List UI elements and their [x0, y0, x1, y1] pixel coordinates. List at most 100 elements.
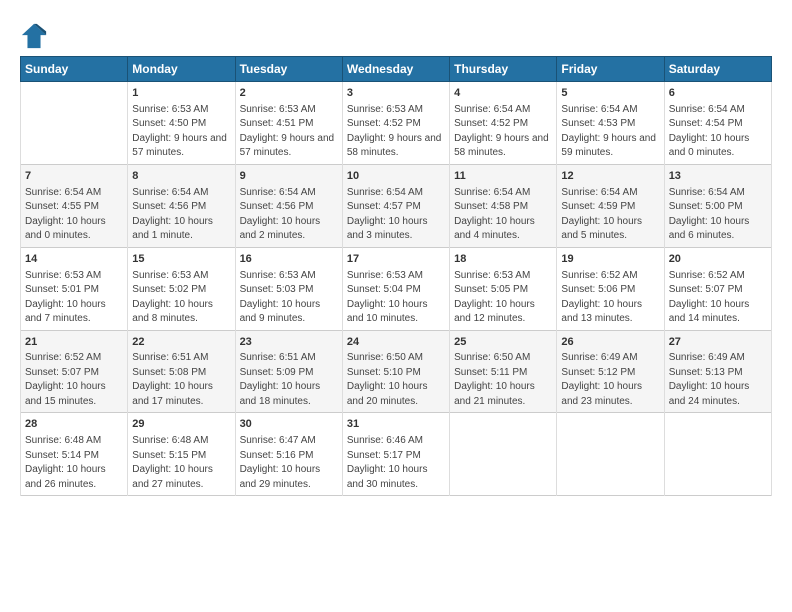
day-cell: 9 Sunrise: 6:54 AMSunset: 4:56 PMDaylight…	[235, 164, 342, 247]
day-cell: 23 Sunrise: 6:51 AMSunset: 5:09 PMDayligh…	[235, 330, 342, 413]
day-info: Sunrise: 6:54 AMSunset: 5:00 PMDaylight:…	[669, 187, 750, 242]
day-number: 12	[561, 169, 659, 184]
day-cell: 1 Sunrise: 6:53 AMSunset: 4:50 PMDaylight…	[128, 82, 235, 165]
day-number: 4	[454, 86, 552, 101]
day-cell: 26 Sunrise: 6:49 AMSunset: 5:12 PMDayligh…	[557, 330, 664, 413]
day-cell: 27 Sunrise: 6:49 AMSunset: 5:13 PMDayligh…	[664, 330, 771, 413]
day-number: 10	[347, 169, 445, 184]
day-cell	[450, 413, 557, 496]
day-info: Sunrise: 6:53 AMSunset: 4:51 PMDaylight:…	[240, 104, 335, 159]
logo-icon	[20, 22, 48, 50]
day-info: Sunrise: 6:47 AMSunset: 5:16 PMDaylight:…	[240, 435, 321, 490]
day-info: Sunrise: 6:49 AMSunset: 5:13 PMDaylight:…	[669, 352, 750, 407]
day-info: Sunrise: 6:54 AMSunset: 4:53 PMDaylight:…	[561, 104, 656, 159]
day-number: 7	[25, 169, 123, 184]
calendar-header-row: SundayMondayTuesdayWednesdayThursdayFrid…	[21, 57, 772, 82]
day-info: Sunrise: 6:54 AMSunset: 4:57 PMDaylight:…	[347, 187, 428, 242]
day-cell: 20 Sunrise: 6:52 AMSunset: 5:07 PMDayligh…	[664, 247, 771, 330]
day-info: Sunrise: 6:53 AMSunset: 4:50 PMDaylight:…	[132, 104, 227, 159]
day-number: 20	[669, 252, 767, 267]
day-info: Sunrise: 6:53 AMSunset: 5:05 PMDaylight:…	[454, 270, 535, 325]
day-info: Sunrise: 6:51 AMSunset: 5:08 PMDaylight:…	[132, 352, 213, 407]
day-info: Sunrise: 6:54 AMSunset: 4:56 PMDaylight:…	[132, 187, 213, 242]
day-number: 24	[347, 335, 445, 350]
day-info: Sunrise: 6:53 AMSunset: 5:03 PMDaylight:…	[240, 270, 321, 325]
day-cell: 13 Sunrise: 6:54 AMSunset: 5:00 PMDayligh…	[664, 164, 771, 247]
day-cell: 19Sunrise: 6:52 AMSunset: 5:06 PMDayligh…	[557, 247, 664, 330]
day-cell: 16Sunrise: 6:53 AMSunset: 5:03 PMDayligh…	[235, 247, 342, 330]
day-number: 29	[132, 417, 230, 432]
day-info: Sunrise: 6:54 AMSunset: 4:55 PMDaylight:…	[25, 187, 106, 242]
week-row-4: 21 Sunrise: 6:52 AMSunset: 5:07 PMDayligh…	[21, 330, 772, 413]
day-number: 26	[561, 335, 659, 350]
day-number: 13	[669, 169, 767, 184]
day-number: 18	[454, 252, 552, 267]
day-info: Sunrise: 6:53 AMSunset: 4:52 PMDaylight:…	[347, 104, 442, 159]
day-number: 28	[25, 417, 123, 432]
day-number: 14	[25, 252, 123, 267]
day-cell: 6Sunrise: 6:54 AMSunset: 4:54 PMDaylight…	[664, 82, 771, 165]
day-info: Sunrise: 6:52 AMSunset: 5:07 PMDaylight:…	[669, 270, 750, 325]
day-info: Sunrise: 6:46 AMSunset: 5:17 PMDaylight:…	[347, 435, 428, 490]
day-cell: 3 Sunrise: 6:53 AMSunset: 4:52 PMDaylight…	[342, 82, 449, 165]
day-info: Sunrise: 6:50 AMSunset: 5:11 PMDaylight:…	[454, 352, 535, 407]
day-number: 25	[454, 335, 552, 350]
day-number: 21	[25, 335, 123, 350]
day-info: Sunrise: 6:53 AMSunset: 5:04 PMDaylight:…	[347, 270, 428, 325]
day-info: Sunrise: 6:54 AMSunset: 4:54 PMDaylight:…	[669, 104, 750, 159]
day-cell: 12 Sunrise: 6:54 AMSunset: 4:59 PMDayligh…	[557, 164, 664, 247]
day-number: 27	[669, 335, 767, 350]
day-cell: 17 Sunrise: 6:53 AMSunset: 5:04 PMDayligh…	[342, 247, 449, 330]
header-day-wednesday: Wednesday	[342, 57, 449, 82]
header-day-thursday: Thursday	[450, 57, 557, 82]
day-cell: 14 Sunrise: 6:53 AMSunset: 5:01 PMDayligh…	[21, 247, 128, 330]
day-number: 31	[347, 417, 445, 432]
day-cell: 15Sunrise: 6:53 AMSunset: 5:02 PMDayligh…	[128, 247, 235, 330]
day-info: Sunrise: 6:50 AMSunset: 5:10 PMDaylight:…	[347, 352, 428, 407]
day-info: Sunrise: 6:48 AMSunset: 5:14 PMDaylight:…	[25, 435, 106, 490]
day-number: 5	[561, 86, 659, 101]
day-info: Sunrise: 6:52 AMSunset: 5:06 PMDaylight:…	[561, 270, 642, 325]
logo	[20, 22, 52, 50]
day-info: Sunrise: 6:54 AMSunset: 4:59 PMDaylight:…	[561, 187, 642, 242]
day-info: Sunrise: 6:52 AMSunset: 5:07 PMDaylight:…	[25, 352, 106, 407]
day-cell	[664, 413, 771, 496]
header-day-monday: Monday	[128, 57, 235, 82]
header-day-saturday: Saturday	[664, 57, 771, 82]
day-cell: 25 Sunrise: 6:50 AMSunset: 5:11 PMDayligh…	[450, 330, 557, 413]
day-cell	[557, 413, 664, 496]
day-cell: 10 Sunrise: 6:54 AMSunset: 4:57 PMDayligh…	[342, 164, 449, 247]
day-number: 2	[240, 86, 338, 101]
day-number: 22	[132, 335, 230, 350]
day-number: 30	[240, 417, 338, 432]
day-cell: 18 Sunrise: 6:53 AMSunset: 5:05 PMDayligh…	[450, 247, 557, 330]
day-number: 17	[347, 252, 445, 267]
day-info: Sunrise: 6:51 AMSunset: 5:09 PMDaylight:…	[240, 352, 321, 407]
day-number: 11	[454, 169, 552, 184]
day-info: Sunrise: 6:54 AMSunset: 4:58 PMDaylight:…	[454, 187, 535, 242]
day-info: Sunrise: 6:54 AMSunset: 4:56 PMDaylight:…	[240, 187, 321, 242]
header-day-tuesday: Tuesday	[235, 57, 342, 82]
day-cell: 7 Sunrise: 6:54 AMSunset: 4:55 PMDaylight…	[21, 164, 128, 247]
calendar-table: SundayMondayTuesdayWednesdayThursdayFrid…	[20, 56, 772, 496]
header	[20, 18, 772, 50]
day-number: 1	[132, 86, 230, 101]
day-cell: 31 Sunrise: 6:46 AMSunset: 5:17 PMDayligh…	[342, 413, 449, 496]
day-cell: 24 Sunrise: 6:50 AMSunset: 5:10 PMDayligh…	[342, 330, 449, 413]
page-container: SundayMondayTuesdayWednesdayThursdayFrid…	[0, 0, 792, 506]
day-cell: 8Sunrise: 6:54 AMSunset: 4:56 PMDaylight…	[128, 164, 235, 247]
day-number: 9	[240, 169, 338, 184]
day-info: Sunrise: 6:48 AMSunset: 5:15 PMDaylight:…	[132, 435, 213, 490]
day-number: 23	[240, 335, 338, 350]
day-cell: 29 Sunrise: 6:48 AMSunset: 5:15 PMDayligh…	[128, 413, 235, 496]
day-info: Sunrise: 6:53 AMSunset: 5:01 PMDaylight:…	[25, 270, 106, 325]
day-cell: 30 Sunrise: 6:47 AMSunset: 5:16 PMDayligh…	[235, 413, 342, 496]
week-row-3: 14 Sunrise: 6:53 AMSunset: 5:01 PMDayligh…	[21, 247, 772, 330]
day-info: Sunrise: 6:49 AMSunset: 5:12 PMDaylight:…	[561, 352, 642, 407]
day-number: 3	[347, 86, 445, 101]
header-day-friday: Friday	[557, 57, 664, 82]
week-row-1: 1 Sunrise: 6:53 AMSunset: 4:50 PMDaylight…	[21, 82, 772, 165]
header-day-sunday: Sunday	[21, 57, 128, 82]
day-cell: 22 Sunrise: 6:51 AMSunset: 5:08 PMDayligh…	[128, 330, 235, 413]
day-cell: 21 Sunrise: 6:52 AMSunset: 5:07 PMDayligh…	[21, 330, 128, 413]
